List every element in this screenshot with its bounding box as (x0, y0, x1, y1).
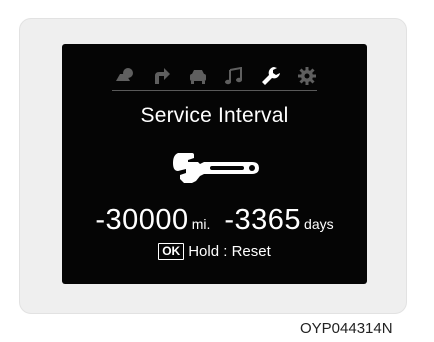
wrench-icon (261, 67, 280, 85)
tab-audio[interactable] (221, 65, 247, 87)
reset-hint: OK Hold : Reset (62, 243, 367, 260)
tab-vehicle[interactable] (185, 65, 211, 87)
tab-underline (112, 90, 317, 91)
tab-service[interactable] (258, 65, 284, 87)
music-icon (225, 67, 243, 85)
car-icon (189, 70, 206, 84)
hold-reset-label: Hold : Reset (188, 243, 271, 260)
tab-settings[interactable] (294, 65, 320, 87)
trip-computer-icon (116, 68, 133, 81)
menu-tab-bar (106, 63, 326, 89)
distance-value: -30000 (95, 204, 189, 236)
page-title: Service Interval (140, 104, 289, 127)
tab-navigation[interactable] (148, 65, 174, 87)
turn-by-turn-icon (155, 68, 171, 84)
ok-button-icon: OK (158, 243, 185, 260)
days-unit: days (304, 216, 334, 232)
image-caption: OYP044314N (300, 320, 393, 337)
gear-icon (297, 67, 316, 85)
days-value: -3365 (224, 204, 302, 236)
tab-trip-computer[interactable] (112, 65, 138, 87)
cluster-screen: Service Interval -30000 mi. -3365 days O… (62, 44, 367, 284)
adjustable-wrench-icon (173, 153, 259, 183)
distance-unit: mi. (191, 216, 211, 232)
service-remaining: -30000 mi. -3365 days (62, 204, 367, 237)
